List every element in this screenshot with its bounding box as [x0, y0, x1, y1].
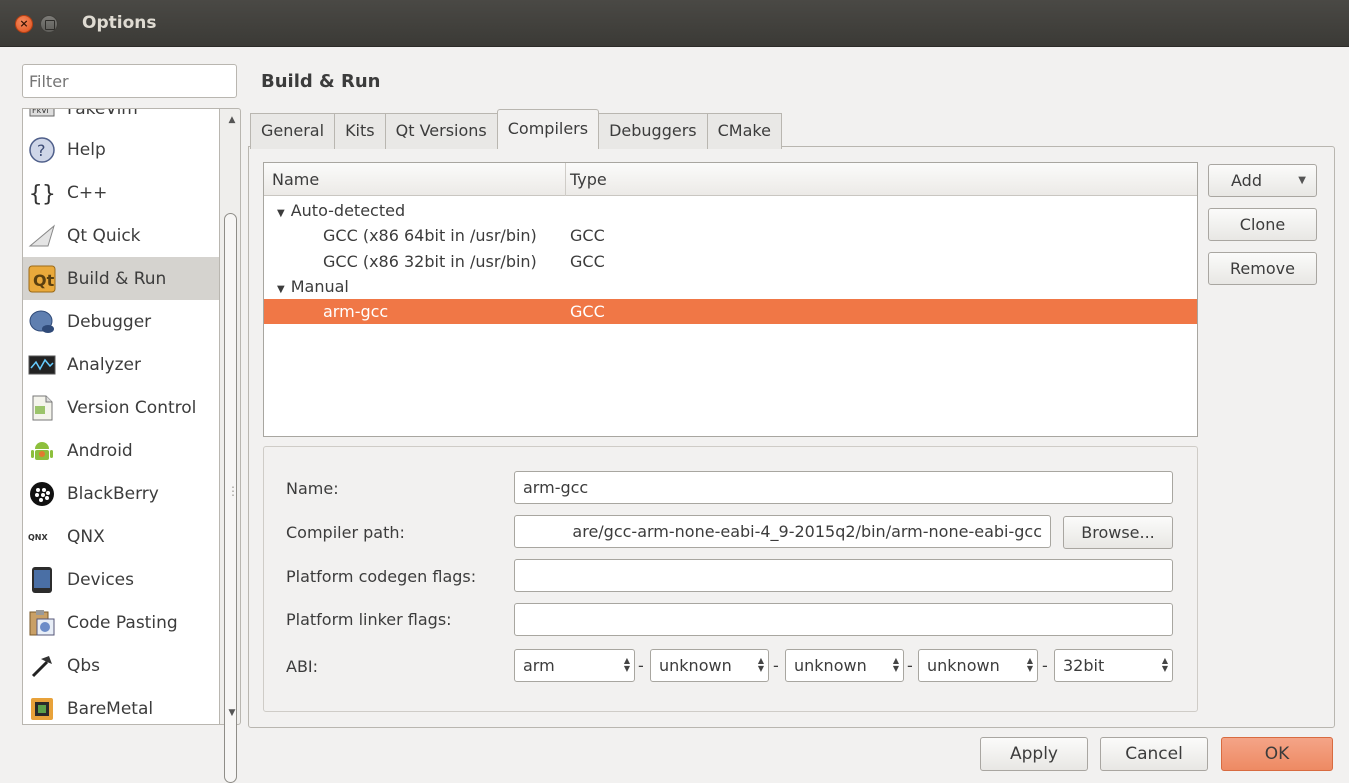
baremetal-icon [27, 694, 57, 724]
page-title: Build & Run [261, 71, 381, 92]
sidebar-item-help[interactable]: ? Help [23, 128, 219, 171]
qt-quick-icon [27, 221, 57, 251]
linker-flags-label: Platform linker flags: [286, 610, 452, 629]
column-divider [565, 163, 566, 196]
spin-arrows-icon: ▲ ▼ [623, 656, 630, 673]
build-run-icon: Qt [27, 264, 57, 294]
tab-kits[interactable]: Kits [334, 113, 386, 149]
sidebar-item-code-pasting[interactable]: Code Pasting [23, 601, 219, 644]
close-window-button[interactable]: × [15, 15, 33, 33]
abi-flavor-select[interactable]: unknown ▲ ▼ [785, 649, 904, 682]
column-header-name[interactable]: Name [272, 163, 319, 196]
abi-os-select[interactable]: unknown ▲ ▼ [650, 649, 769, 682]
tree-row[interactable]: GCC (x86 64bit in /usr/bin) GCC [264, 223, 1197, 248]
apply-button[interactable]: Apply [980, 737, 1088, 771]
sidebar-item-devices[interactable]: Devices [23, 558, 219, 601]
tree-row[interactable]: GCC (x86 32bit in /usr/bin) GCC [264, 249, 1197, 274]
dropdown-arrow-icon: ▼ [1298, 175, 1306, 186]
filter-input[interactable] [22, 64, 237, 98]
spin-arrows-icon: ▲ ▼ [892, 656, 899, 673]
codegen-flags-label: Platform codegen flags: [286, 567, 477, 586]
svg-text:Qt: Qt [33, 271, 55, 290]
window-title: Options [82, 13, 157, 33]
cancel-button[interactable]: Cancel [1100, 737, 1208, 771]
codegen-flags-field[interactable] [514, 559, 1173, 592]
svg-text:QNX: QNX [28, 533, 48, 542]
sidebar-item-qt-quick[interactable]: Qt Quick [23, 214, 219, 257]
sidebar-item-version-control[interactable]: Version Control [23, 386, 219, 429]
browse-button[interactable]: Browse... [1063, 516, 1173, 549]
tab-bar: General Kits Qt Versions Compilers Debug… [250, 109, 782, 149]
minimize-window-button[interactable] [40, 15, 58, 33]
abi-wordwidth-select[interactable]: 32bit ▲ ▼ [1054, 649, 1173, 682]
scrollbar-thumb[interactable] [224, 213, 239, 783]
sidebar-item-blackberry[interactable]: BlackBerry [23, 472, 219, 515]
tab-qt-versions[interactable]: Qt Versions [384, 113, 498, 149]
fakevim-icon: FkVi [27, 108, 57, 124]
add-button[interactable]: Add ▼ [1208, 164, 1317, 197]
svg-text:FkVi: FkVi [32, 108, 49, 115]
scroll-up-icon[interactable]: ▲ [227, 115, 237, 125]
spin-arrows-icon: ▲ ▼ [1161, 656, 1168, 673]
column-header-type[interactable]: Type [570, 163, 607, 196]
abi-separator: - [907, 656, 913, 675]
sidebar-item-android[interactable]: Android [23, 429, 219, 472]
abi-label: ABI: [286, 657, 319, 676]
remove-button[interactable]: Remove [1208, 252, 1317, 285]
ok-button[interactable]: OK [1221, 737, 1333, 771]
version-control-icon [27, 393, 57, 423]
window-titlebar: × Options [0, 0, 1349, 47]
code-pasting-icon [27, 608, 57, 638]
tab-general[interactable]: General [250, 113, 336, 149]
qnx-icon: QNX [27, 522, 57, 552]
abi-separator: - [773, 656, 779, 675]
qbs-icon [27, 651, 57, 681]
help-icon: ? [27, 135, 57, 165]
sidebar-item-fakevim[interactable]: FkVi FakeVim [23, 108, 219, 130]
tree-header: Name Type [264, 163, 1197, 196]
svg-text:?: ? [37, 141, 46, 160]
sidebar-item-baremetal[interactable]: BareMetal [23, 687, 219, 724]
analyzer-icon [27, 350, 57, 380]
debugger-icon [27, 307, 57, 337]
category-list: FkVi FakeVim ? Help {} C++ Qt Quick Qt B… [22, 108, 219, 725]
sidebar-item-qnx[interactable]: QNX QNX [23, 515, 219, 558]
abi-separator: - [638, 656, 644, 675]
compiler-path-label: Compiler path: [286, 523, 405, 542]
sidebar-item-cpp[interactable]: {} C++ [23, 171, 219, 214]
clone-button[interactable]: Clone [1208, 208, 1317, 241]
compiler-path-field[interactable]: are/gcc-arm-none-eabi-4_9-2015q2/bin/arm… [514, 515, 1051, 548]
android-icon [27, 436, 57, 466]
expand-arrow-icon[interactable]: ▼ [277, 208, 285, 219]
braces-icon: {} [27, 178, 57, 208]
spin-arrows-icon: ▲ ▼ [757, 656, 764, 673]
name-label: Name: [286, 479, 339, 498]
scroll-down-icon[interactable]: ▼ [227, 708, 237, 718]
sidebar-item-analyzer[interactable]: Analyzer [23, 343, 219, 386]
sidebar-item-debugger[interactable]: Debugger [23, 300, 219, 343]
tab-compilers[interactable]: Compilers [496, 109, 600, 149]
expand-arrow-icon[interactable]: ▼ [277, 284, 285, 295]
linker-flags-field[interactable] [514, 603, 1173, 636]
category-scrollbar[interactable]: ▲ ▼ [219, 108, 241, 783]
sidebar-item-qbs[interactable]: Qbs [23, 644, 219, 687]
abi-format-select[interactable]: unknown ▲ ▼ [918, 649, 1038, 682]
name-field[interactable]: arm-gcc [514, 471, 1173, 504]
svg-text:{}: {} [29, 182, 55, 206]
blackberry-icon [27, 479, 57, 509]
compiler-tree: Name Type ▼ Auto-detected GCC (x86 64bit … [263, 162, 1198, 437]
tree-group-manual[interactable]: ▼ Manual [264, 274, 1197, 299]
tree-group-auto-detected[interactable]: ▼ Auto-detected [264, 198, 1197, 223]
tab-cmake[interactable]: CMake [706, 113, 782, 149]
abi-separator: - [1042, 656, 1048, 675]
sidebar-item-build-run[interactable]: Qt Build & Run [23, 257, 219, 300]
abi-architecture-select[interactable]: arm ▲ ▼ [514, 649, 635, 682]
spin-arrows-icon: ▲ ▼ [1026, 656, 1033, 673]
tab-debuggers[interactable]: Debuggers [598, 113, 708, 149]
tree-row-selected[interactable]: arm-gcc GCC [264, 299, 1197, 324]
devices-icon [27, 565, 57, 595]
